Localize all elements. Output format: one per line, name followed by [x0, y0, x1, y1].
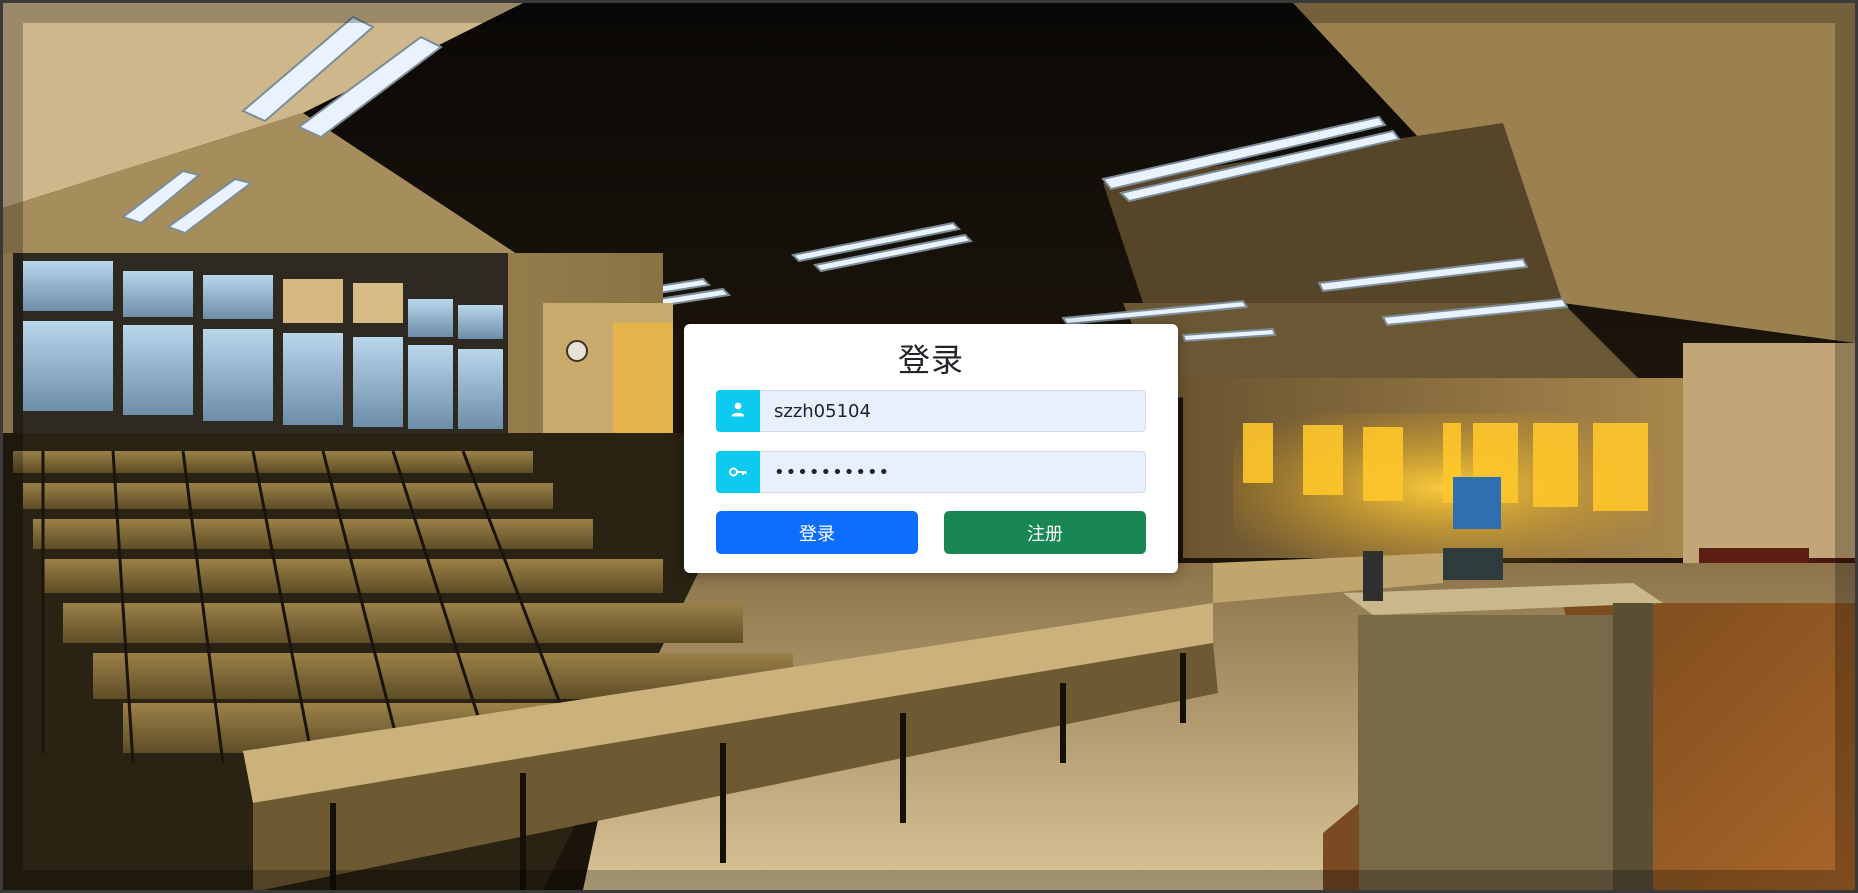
register-button[interactable]: 注册 [944, 511, 1146, 554]
password-addon [716, 451, 760, 493]
key-icon [729, 463, 747, 482]
username-input-group [716, 390, 1146, 432]
login-title: 登录 [897, 341, 964, 379]
login-button[interactable]: 登录 [716, 511, 918, 554]
password-input[interactable] [760, 451, 1146, 493]
username-addon [716, 390, 760, 432]
browser-viewport: 登录 szzh05104 登录 注册 [0, 0, 1858, 893]
user-icon [730, 401, 746, 421]
password-input-group [716, 451, 1146, 493]
login-card: 登录 szzh05104 登录 注册 [684, 324, 1178, 573]
username-input[interactable] [760, 390, 1146, 432]
